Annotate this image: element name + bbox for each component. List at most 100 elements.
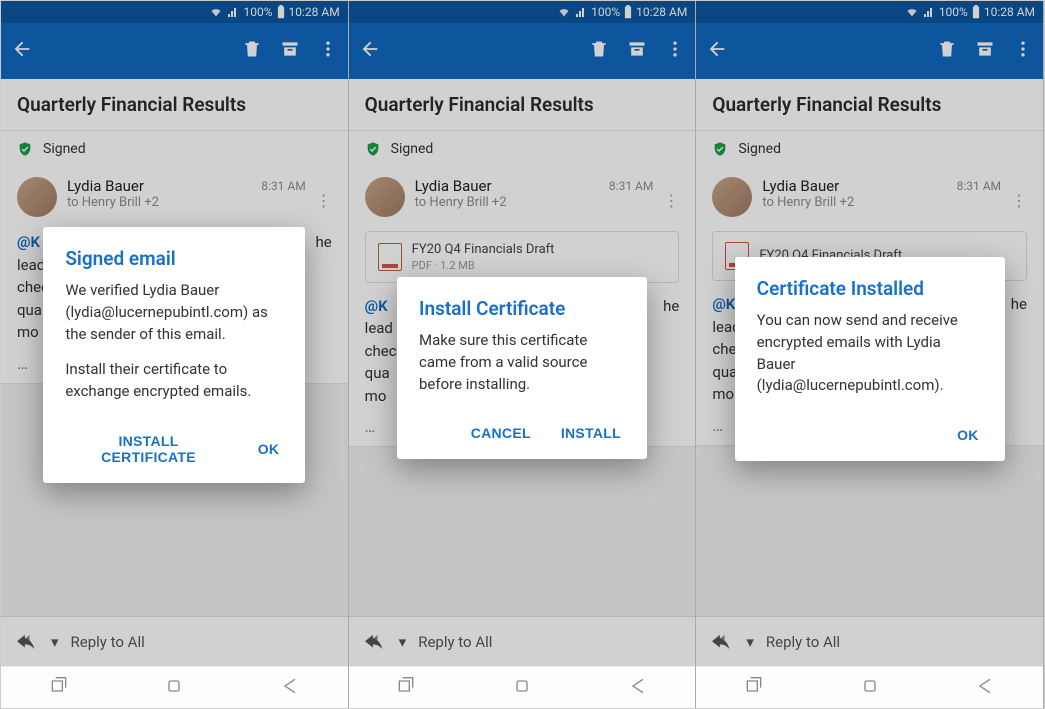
dialog-text-1: We verified Lydia Bauer (lydia@lucernepu… [65, 280, 283, 345]
back-nav-icon[interactable] [280, 676, 300, 700]
back-icon[interactable] [359, 38, 381, 64]
install-button[interactable]: INSTALL [557, 417, 625, 449]
battery-percent: 100% [591, 5, 620, 19]
recents-icon[interactable] [49, 676, 69, 700]
message-header[interactable]: Lydia Bauer to Henry Brill +2 8:31 AM ⋮ [349, 167, 696, 225]
battery-percent: 100% [243, 5, 272, 19]
from-name: Lydia Bauer [67, 177, 251, 195]
chevron-down-icon[interactable]: ▾ [51, 633, 59, 651]
message-time: 8:31 AM [609, 179, 653, 193]
back-icon[interactable] [706, 38, 728, 64]
avatar [712, 177, 752, 217]
mention-link[interactable]: @K [17, 233, 40, 251]
reply-all-icon [712, 634, 734, 650]
email-subject: Quarterly Financial Results [349, 79, 696, 131]
back-icon[interactable] [11, 38, 33, 64]
screen-1: 100% 10:28 AM Quarterly Financial Result… [1, 1, 349, 708]
reply-label: Reply to All [766, 633, 840, 651]
ok-button[interactable]: OK [254, 425, 284, 473]
reply-bar[interactable]: ▾ Reply to All [349, 616, 696, 666]
avatar [17, 177, 57, 217]
back-nav-icon[interactable] [975, 676, 995, 700]
message-header[interactable]: Lydia Bauer to Henry Brill +2 8:31 AM ⋮ [1, 167, 348, 225]
mention-link[interactable]: @K [365, 297, 388, 315]
app-bar [1, 23, 348, 79]
signal-icon [923, 6, 935, 18]
trash-icon[interactable] [242, 39, 262, 63]
message-time: 8:31 AM [957, 179, 1001, 193]
signed-label: Signed [43, 141, 86, 157]
android-navbar [1, 666, 348, 708]
signed-indicator[interactable]: Signed [1, 131, 348, 167]
reply-bar[interactable]: ▾ Reply to All [696, 616, 1043, 666]
trash-icon[interactable] [589, 39, 609, 63]
from-name: Lydia Bauer [415, 177, 599, 195]
ok-button[interactable]: OK [953, 419, 983, 451]
android-navbar [696, 666, 1043, 708]
home-icon[interactable] [512, 676, 532, 700]
reply-all-icon [17, 634, 39, 650]
dialog-title: Install Certificate [419, 297, 625, 320]
reply-all-icon [365, 634, 387, 650]
screen-2: 100% 10:28 AM Quarterly Financial Result… [349, 1, 697, 708]
to-line: to Henry Brill +2 [762, 195, 946, 210]
overflow-icon[interactable] [1013, 39, 1033, 63]
to-line: to Henry Brill +2 [415, 195, 599, 210]
dialog-text: Make sure this certificate came from a v… [419, 330, 625, 395]
dialog-text-2: Install their certificate to exchange en… [65, 359, 283, 403]
status-bar: 100% 10:28 AM [1, 1, 348, 23]
wifi-icon [209, 6, 223, 18]
signed-label: Signed [391, 141, 434, 157]
signed-label: Signed [738, 141, 781, 157]
reply-label: Reply to All [418, 633, 492, 651]
back-nav-icon[interactable] [628, 676, 648, 700]
status-bar: 100% 10:28 AM [696, 1, 1043, 23]
recents-icon[interactable] [396, 676, 416, 700]
message-header[interactable]: Lydia Bauer to Henry Brill +2 8:31 AM ⋮ [696, 167, 1043, 225]
message-overflow-icon[interactable]: ⋮ [663, 177, 679, 210]
reply-label: Reply to All [71, 633, 145, 651]
battery-percent: 100% [939, 5, 968, 19]
signed-indicator[interactable]: Signed [349, 131, 696, 167]
archive-icon[interactable] [975, 39, 995, 63]
cancel-button[interactable]: CANCEL [467, 417, 535, 449]
dialog-title: Certificate Installed [757, 277, 983, 300]
to-line: to Henry Brill +2 [67, 195, 251, 210]
email-subject: Quarterly Financial Results [696, 79, 1043, 131]
shield-check-icon [17, 141, 33, 157]
clock-text: 10:28 AM [984, 5, 1035, 19]
install-certificate-button[interactable]: INSTALL CERTIFICATE [65, 425, 231, 473]
message-time: 8:31 AM [261, 179, 305, 193]
dialog-install-certificate: Install Certificate Make sure this certi… [397, 277, 647, 459]
signed-indicator[interactable]: Signed [696, 131, 1043, 167]
avatar [365, 177, 405, 217]
signal-icon [227, 6, 239, 18]
wifi-icon [557, 6, 571, 18]
archive-icon[interactable] [627, 39, 647, 63]
chevron-down-icon[interactable]: ▾ [399, 633, 407, 651]
attachment-meta: PDF · 1.2 MB [412, 259, 555, 272]
attachment-card[interactable]: FY20 Q4 Financials Draft PDF · 1.2 MB [365, 231, 680, 283]
chevron-down-icon[interactable]: ▾ [746, 633, 754, 651]
app-bar [349, 23, 696, 79]
battery-icon [277, 5, 285, 19]
message-overflow-icon[interactable]: ⋮ [316, 177, 332, 210]
overflow-icon[interactable] [318, 39, 338, 63]
home-icon[interactable] [860, 676, 880, 700]
archive-icon[interactable] [280, 39, 300, 63]
signal-icon [575, 6, 587, 18]
mention-link[interactable]: @K [712, 295, 735, 313]
overflow-icon[interactable] [665, 39, 685, 63]
pdf-file-icon [378, 243, 402, 271]
dialog-signed-email: Signed email We verified Lydia Bauer (ly… [43, 227, 305, 483]
clock-text: 10:28 AM [289, 5, 340, 19]
email-subject: Quarterly Financial Results [1, 79, 348, 131]
message-overflow-icon[interactable]: ⋮ [1011, 177, 1027, 210]
reply-bar[interactable]: ▾ Reply to All [1, 616, 348, 666]
android-navbar [349, 666, 696, 708]
trash-icon[interactable] [937, 39, 957, 63]
attachment-name: FY20 Q4 Financials Draft [412, 242, 555, 259]
thread-background [349, 447, 696, 616]
home-icon[interactable] [164, 676, 184, 700]
recents-icon[interactable] [744, 676, 764, 700]
